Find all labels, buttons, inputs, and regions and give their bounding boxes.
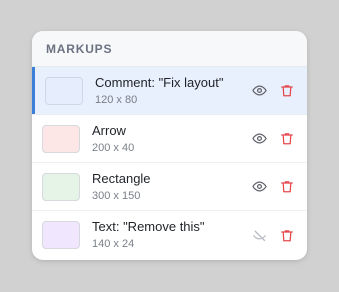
markup-swatch — [42, 172, 80, 201]
eye-icon[interactable] — [251, 131, 267, 147]
markup-swatch — [42, 221, 80, 249]
markup-dimensions: 200 x 40 — [92, 141, 135, 154]
trash-icon[interactable] — [279, 131, 295, 147]
markup-actions — [239, 83, 295, 99]
markup-dimensions: 300 x 150 — [92, 189, 141, 202]
trash-icon[interactable] — [279, 227, 295, 243]
panel-title: MARKUPS — [32, 31, 307, 67]
markup-row-rectangle[interactable]: Rectangle 300 x 150 — [32, 163, 307, 211]
markup-dimensions: 140 x 24 — [92, 238, 135, 250]
markup-swatch — [42, 124, 80, 153]
markup-name: Arrow — [92, 122, 126, 138]
markup-name: Rectangle — [92, 170, 151, 186]
markup-row-arrow[interactable]: Arrow 200 x 40 — [32, 115, 307, 163]
markup-dimensions: 120 x 80 — [95, 93, 138, 106]
markup-row-comment[interactable]: Comment: "Fix layout" 120 x 80 — [32, 67, 307, 115]
trash-icon[interactable] — [279, 83, 295, 99]
selection-indicator — [32, 67, 35, 114]
markup-actions — [239, 179, 295, 195]
markup-swatch — [45, 76, 83, 105]
markup-actions — [239, 131, 295, 147]
markup-info: Comment: "Fix layout" 120 x 80 — [95, 75, 239, 107]
markup-name: Comment: "Fix layout" — [95, 74, 224, 90]
trash-icon[interactable] — [279, 179, 295, 195]
eye-off-icon[interactable] — [251, 227, 267, 243]
eye-icon[interactable] — [251, 83, 267, 99]
markup-row-text[interactable]: Text: "Remove this" 140 x 24 — [32, 211, 307, 259]
markup-info: Rectangle 300 x 150 — [92, 171, 239, 203]
markup-actions — [239, 227, 295, 243]
markup-info: Text: "Remove this" 140 x 24 — [92, 219, 239, 251]
eye-icon[interactable] — [251, 179, 267, 195]
markups-panel: MARKUPS Comment: "Fix layout" 120 x 80 A… — [32, 31, 307, 260]
markup-info: Arrow 200 x 40 — [92, 123, 239, 155]
markup-name: Text: "Remove this" — [92, 219, 205, 234]
